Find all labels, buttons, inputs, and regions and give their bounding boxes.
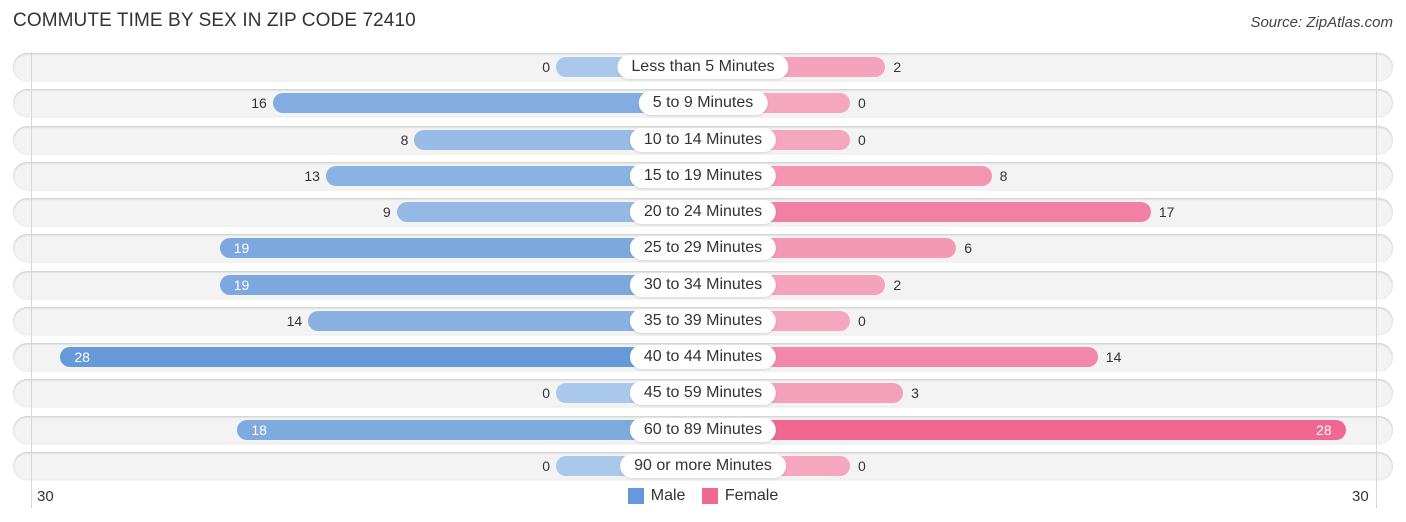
category-label: 25 to 29 Minutes [629, 236, 777, 261]
category-label: 30 to 34 Minutes [629, 272, 777, 297]
legend-item-male: Male [627, 487, 686, 505]
category-label: 15 to 19 Minutes [629, 163, 777, 188]
value-label-female: 17 [1158, 204, 1175, 221]
legend-label-male: Male [650, 487, 686, 504]
legend-swatch-female [701, 488, 718, 504]
value-label-male: 16 [251, 95, 267, 112]
bar-male [60, 347, 703, 368]
value-label-male: 8 [400, 131, 409, 148]
value-label-male: 0 [542, 457, 550, 474]
category-label: Less than 5 Minutes [617, 55, 789, 79]
category-label: 5 to 9 Minutes [638, 91, 768, 116]
value-label-female: 14 [1105, 349, 1122, 366]
value-label-female: 2 [893, 276, 902, 293]
left-gridline [31, 52, 32, 508]
legend-swatch-male [627, 488, 644, 504]
value-label-male: 14 [286, 312, 303, 329]
value-label-female: 28 [1316, 421, 1332, 438]
category-label: 45 to 59 Minutes [629, 381, 777, 406]
category-label: 10 to 14 Minutes [629, 127, 777, 152]
category-label: 40 to 44 Minutes [629, 345, 777, 370]
value-label-female: 0 [858, 95, 866, 112]
value-label-female: 0 [858, 457, 866, 474]
category-label: 60 to 89 Minutes [629, 417, 777, 442]
value-label-female: 8 [999, 167, 1008, 184]
right-gridline [1376, 52, 1377, 508]
value-label-female: 0 [858, 131, 866, 148]
value-label-male: 18 [251, 421, 267, 438]
value-label-female: 2 [893, 59, 902, 75]
category-label: 35 to 39 Minutes [629, 308, 777, 333]
source-label: Source: ZipAtlas.com [1250, 14, 1393, 31]
legend-item-female: Female [701, 487, 779, 505]
value-label-female: 3 [911, 385, 919, 402]
legend: Male Female [0, 487, 1406, 509]
legend-label-female: Female [724, 487, 779, 504]
value-label-male: 0 [542, 385, 550, 402]
value-label-female: 6 [964, 240, 972, 257]
bar-female [703, 419, 1346, 440]
value-label-male: 0 [542, 59, 550, 75]
category-label: 20 to 24 Minutes [629, 200, 777, 225]
category-label: 90 or more Minutes [620, 453, 786, 478]
value-label-male: 19 [233, 240, 250, 257]
value-label-male: 28 [74, 349, 90, 366]
value-label-male: 19 [233, 276, 250, 293]
value-label-male: 9 [382, 204, 391, 221]
value-label-female: 0 [858, 312, 866, 329]
value-label-male: 13 [304, 167, 320, 184]
chart-title: COMMUTE TIME BY SEX IN ZIP CODE 72410 [13, 10, 416, 31]
